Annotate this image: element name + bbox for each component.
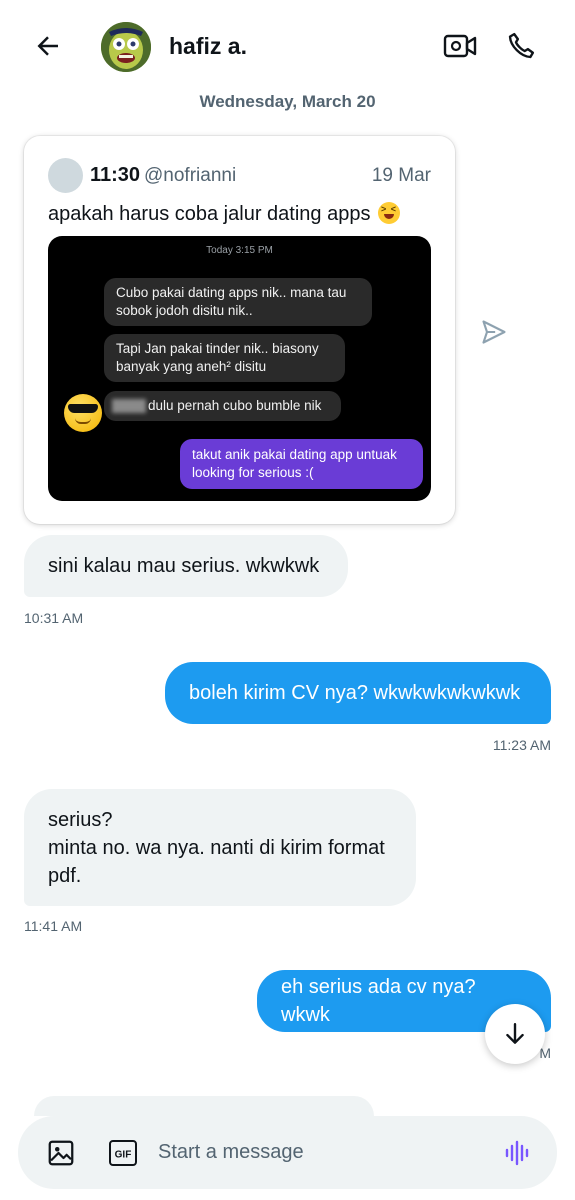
shared-post-card[interactable]: 11:30 @nofrianni 19 Mar apakah harus cob… (24, 136, 455, 524)
media-outgoing-bubble: takut anik pakai dating app untuak looki… (180, 439, 423, 489)
media-chat-bubble: dulu pernah cubo bumble nik (104, 391, 341, 421)
gif-label: GIF (115, 1150, 132, 1161)
sunglasses-emoji-icon (64, 394, 102, 432)
video-call-icon[interactable] (442, 28, 478, 64)
post-author: 11:30 (90, 164, 141, 186)
phone-call-icon[interactable] (503, 28, 539, 64)
date-separator: Wednesday, March 20 (199, 92, 376, 111)
contact-name[interactable]: hafiz a. (169, 33, 247, 60)
message-bubble-incoming[interactable]: sini kalau mau serius. wkwkwk (24, 535, 348, 597)
message-input[interactable] (158, 1134, 488, 1170)
message-composer: GIF (18, 1116, 557, 1189)
image-icon[interactable] (46, 1138, 76, 1168)
redacted-name (112, 399, 146, 413)
message-timestamp: 11:41 AM (24, 918, 83, 934)
gif-icon[interactable]: GIF (108, 1138, 138, 1168)
voice-message-icon[interactable] (502, 1138, 532, 1168)
scroll-to-bottom-button[interactable] (485, 1004, 545, 1064)
message-timestamp: 11:23 AM (492, 737, 551, 753)
post-handle[interactable]: @nofrianni (144, 165, 236, 187)
avatar[interactable] (101, 22, 151, 72)
media-chat-bubble: Cubo pakai dating apps nik.. mana tau so… (104, 278, 372, 326)
back-arrow-icon[interactable] (30, 28, 66, 64)
post-date: 19 Mar (371, 165, 431, 186)
message-timestamp: 10:31 AM (24, 610, 84, 626)
media-chat-bubble: Tapi Jan pakai tinder nik.. biasony bany… (104, 334, 345, 382)
media-time: Today 3:15 PM (206, 245, 273, 256)
post-media-image[interactable]: Today 3:15 PM Cubo pakai dating apps nik… (48, 236, 431, 501)
post-text: apakah harus coba jalur dating apps (48, 202, 401, 226)
arrow-down-icon (506, 1023, 524, 1044)
post-author-avatar[interactable] (48, 158, 83, 193)
conversation-header: hafiz a. (0, 0, 575, 92)
message-bubble-partial (34, 1096, 374, 1116)
squinting-face-emoji-icon (378, 202, 401, 224)
message-bubble-outgoing[interactable]: boleh kirim CV nya? wkwkwkwkwkwk (165, 662, 551, 724)
message-bubble-incoming[interactable]: serius? minta no. wa nya. nanti di kirim… (24, 789, 416, 906)
share-send-icon[interactable] (480, 318, 508, 346)
